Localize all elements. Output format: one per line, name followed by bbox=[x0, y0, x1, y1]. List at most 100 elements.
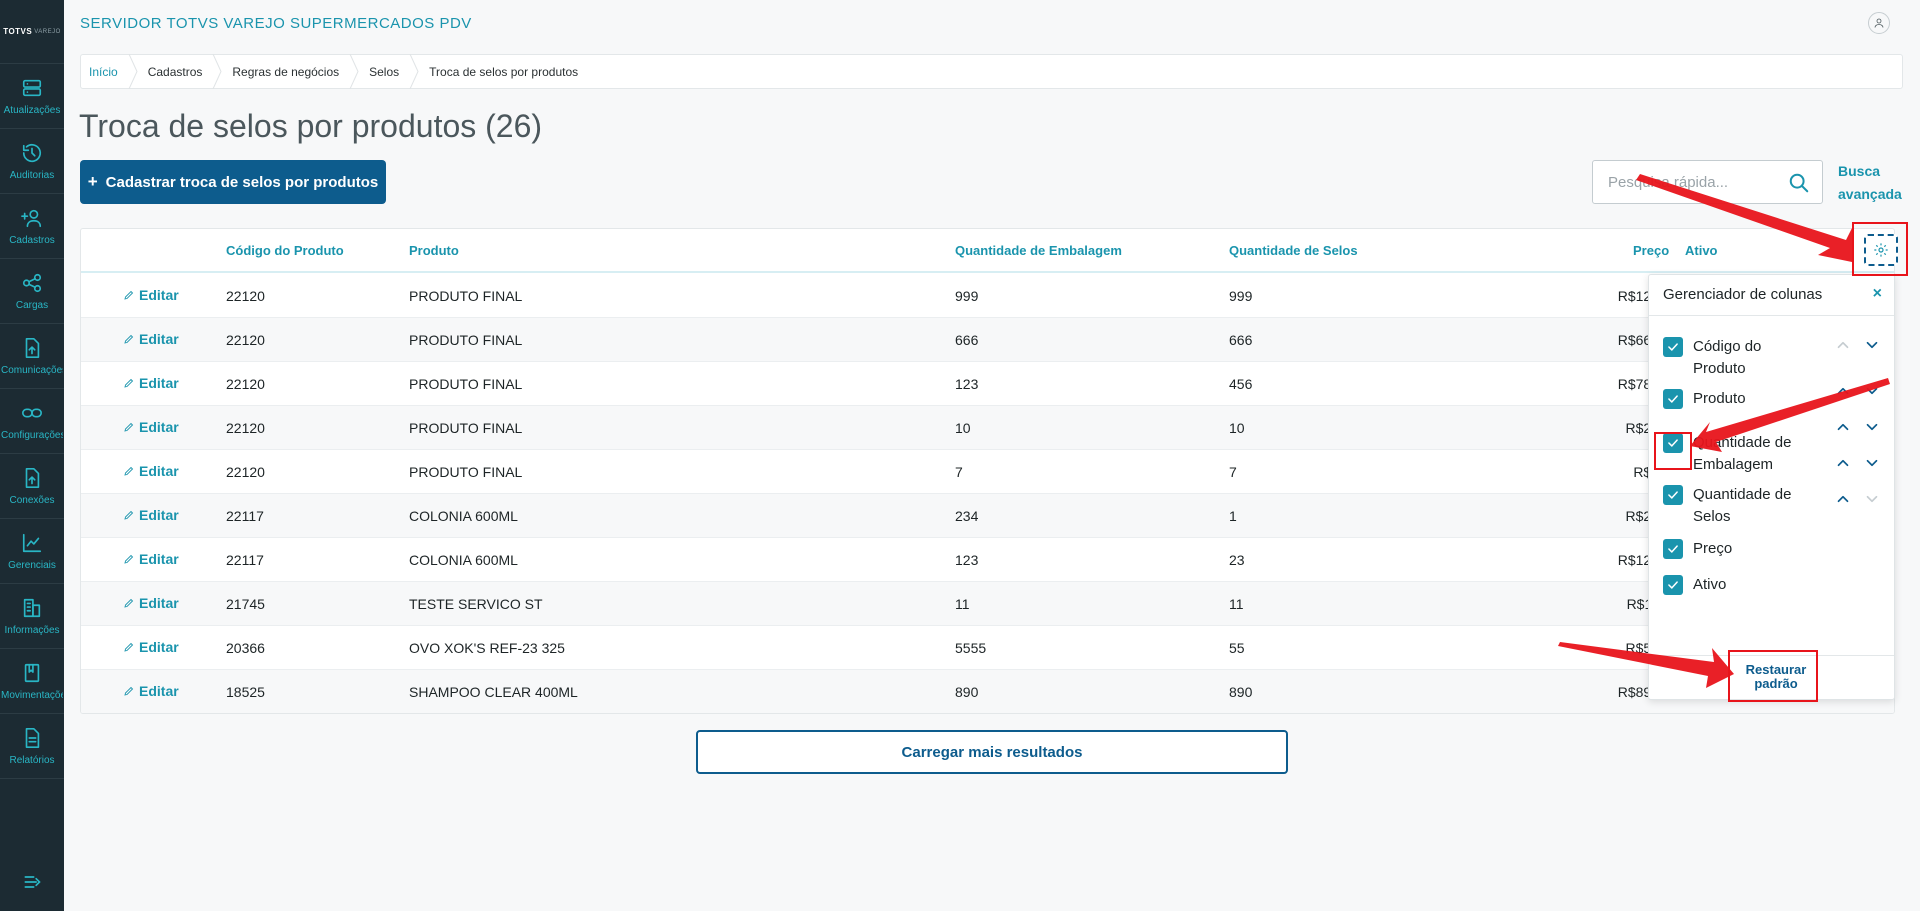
cell-qtd-selos: 11 bbox=[1229, 596, 1244, 612]
pencil-icon bbox=[124, 422, 134, 432]
app-title: SERVIDOR TOTVS VAREJO SUPERMERCADOS PDV bbox=[80, 15, 472, 32]
edit-button[interactable]: Editar bbox=[123, 507, 179, 523]
breadcrumb-item[interactable]: Regras de negócios bbox=[222, 55, 349, 88]
edit-button[interactable]: Editar bbox=[123, 287, 179, 303]
sidebar-item-relatorios[interactable]: Relatórios bbox=[0, 714, 64, 779]
sidebar-item-label: Movimentações bbox=[1, 689, 63, 701]
cell-codigo: 22120 bbox=[226, 420, 265, 436]
collapse-menu-button[interactable] bbox=[0, 872, 64, 897]
move-up-button[interactable] bbox=[1834, 454, 1852, 472]
annotation-highlight-restore bbox=[1728, 650, 1818, 702]
edit-label: Editar bbox=[139, 287, 179, 303]
cell-codigo: 21745 bbox=[226, 596, 265, 612]
chevron-up-icon bbox=[1837, 341, 1849, 349]
advanced-search-link[interactable]: Busca avançada bbox=[1838, 160, 1908, 206]
edit-button[interactable]: Editar bbox=[123, 639, 179, 655]
column-checkbox[interactable] bbox=[1663, 485, 1683, 505]
sidebar-item-gerenciais[interactable]: Gerenciais bbox=[0, 519, 64, 584]
chevron-down-icon bbox=[1866, 495, 1878, 503]
sidebar-item-cadastros[interactable]: Cadastros bbox=[0, 194, 64, 259]
move-up-button[interactable] bbox=[1834, 382, 1852, 400]
cell-qtd-selos: 1 bbox=[1229, 508, 1237, 524]
table-row: Editar 21745 TESTE SERVICO ST 11 11 R$11 bbox=[81, 582, 1894, 626]
column-checkbox[interactable] bbox=[1663, 389, 1683, 409]
column-header-produto[interactable]: Produto bbox=[409, 243, 459, 258]
user-icon bbox=[1874, 18, 1884, 28]
search-button[interactable] bbox=[1788, 172, 1810, 199]
edit-button[interactable]: Editar bbox=[123, 331, 179, 347]
chevron-up-icon bbox=[1837, 423, 1849, 431]
column-checkbox[interactable] bbox=[1663, 337, 1683, 357]
edit-button[interactable]: Editar bbox=[123, 419, 179, 435]
move-down-button[interactable] bbox=[1863, 490, 1881, 508]
column-option-label: Quantidade de Selos bbox=[1693, 486, 1792, 525]
chart-icon bbox=[22, 533, 42, 552]
column-header-qtd-selos[interactable]: Quantidade de Selos bbox=[1229, 243, 1358, 258]
table-row: Editar 22120 PRODUTO FINAL 666 666 R$666 bbox=[81, 318, 1894, 362]
table-header: Código do Produto Produto Quantidade de … bbox=[81, 229, 1894, 273]
move-up-button[interactable] bbox=[1834, 490, 1852, 508]
column-checkbox[interactable] bbox=[1663, 539, 1683, 559]
close-icon[interactable]: × bbox=[1873, 285, 1882, 303]
column-manager-panel: Gerenciador de colunas × Código do Produ… bbox=[1648, 274, 1895, 700]
cell-codigo: 22120 bbox=[226, 464, 265, 480]
load-more-button[interactable]: Carregar mais resultados bbox=[696, 730, 1288, 774]
cell-qtd-embalagem: 890 bbox=[955, 684, 979, 700]
cell-produto: TESTE SERVICO ST bbox=[409, 596, 543, 612]
user-profile-button[interactable] bbox=[1868, 12, 1890, 34]
move-down-button[interactable] bbox=[1863, 336, 1881, 354]
quick-search-input[interactable] bbox=[1608, 173, 1788, 191]
plus-icon: + bbox=[87, 172, 98, 191]
sidebar-item-label: Cargas bbox=[15, 299, 49, 311]
check-icon bbox=[1668, 343, 1678, 351]
register-button[interactable]: + Cadastrar troca de selos por produtos bbox=[80, 160, 386, 204]
breadcrumb-item[interactable]: Selos bbox=[359, 55, 409, 88]
move-up-button[interactable] bbox=[1834, 418, 1852, 436]
breadcrumb: Início Cadastros Regras de negócios Selos Tr… bbox=[80, 54, 1903, 89]
check-icon bbox=[1668, 395, 1678, 403]
edit-button[interactable]: Editar bbox=[123, 595, 179, 611]
column-header-ativo[interactable]: Ativo bbox=[1685, 243, 1718, 258]
sidebar-item-movimentacoes[interactable]: Movimentações bbox=[0, 649, 64, 714]
totvs-logo[interactable]: TOTVS VAREJO bbox=[0, 0, 64, 64]
sidebar-item-auditorias[interactable]: Auditorias bbox=[0, 129, 64, 194]
edit-button[interactable]: Editar bbox=[123, 375, 179, 391]
search-icon bbox=[1789, 173, 1809, 193]
sidebar: TOTVS VAREJO Atualizações Auditorias Cadas… bbox=[0, 0, 64, 911]
check-icon bbox=[1668, 545, 1678, 553]
chevron-down-icon bbox=[1866, 459, 1878, 467]
move-down-button[interactable] bbox=[1863, 382, 1881, 400]
chevron-down-icon bbox=[1866, 423, 1878, 431]
column-manager-title: Gerenciador de colunas bbox=[1663, 286, 1823, 303]
column-header-preco[interactable]: Preço bbox=[1633, 243, 1669, 258]
cell-qtd-embalagem: 999 bbox=[955, 288, 979, 304]
sidebar-item-comunicacoes[interactable]: Comunicações bbox=[0, 324, 64, 389]
chevron-up-icon bbox=[1837, 459, 1849, 467]
sidebar-item-label: Conexões bbox=[9, 494, 55, 506]
building-icon bbox=[23, 598, 41, 617]
table-row: Editar 22117 COLONIA 600ML 123 23 R$123 bbox=[81, 538, 1894, 582]
sidebar-item-informacoes[interactable]: Informações bbox=[0, 584, 64, 649]
breadcrumb-item[interactable]: Cadastros bbox=[138, 55, 213, 88]
sidebar-item-configuracoes[interactable]: Configurações bbox=[0, 389, 64, 454]
edit-button[interactable]: Editar bbox=[123, 463, 179, 479]
sidebar-item-atualizacoes[interactable]: Atualizações bbox=[0, 64, 64, 129]
cell-produto: PRODUTO FINAL bbox=[409, 464, 523, 480]
move-up-button[interactable] bbox=[1834, 336, 1852, 354]
breadcrumb-item[interactable]: Troca de selos por produtos bbox=[419, 55, 588, 88]
cell-qtd-selos: 456 bbox=[1229, 376, 1253, 392]
edit-button[interactable]: Editar bbox=[123, 551, 179, 567]
move-down-button[interactable] bbox=[1863, 454, 1881, 472]
move-down-button[interactable] bbox=[1863, 418, 1881, 436]
sidebar-item-conexoes[interactable]: Conexões bbox=[0, 454, 64, 519]
column-header-codigo[interactable]: Código do Produto bbox=[226, 243, 344, 258]
pencil-icon bbox=[124, 334, 134, 344]
page-title: Troca de selos por produtos (26) bbox=[79, 108, 543, 144]
edit-button[interactable]: Editar bbox=[123, 683, 179, 699]
logo-subtext: VAREJO bbox=[34, 28, 61, 35]
cell-qtd-embalagem: 7 bbox=[955, 464, 963, 480]
column-checkbox[interactable] bbox=[1663, 575, 1683, 595]
column-header-qtd-embalagem[interactable]: Quantidade de Embalagem bbox=[955, 243, 1122, 258]
sidebar-item-cargas[interactable]: Cargas bbox=[0, 259, 64, 324]
breadcrumb-item[interactable]: Início bbox=[89, 55, 128, 88]
